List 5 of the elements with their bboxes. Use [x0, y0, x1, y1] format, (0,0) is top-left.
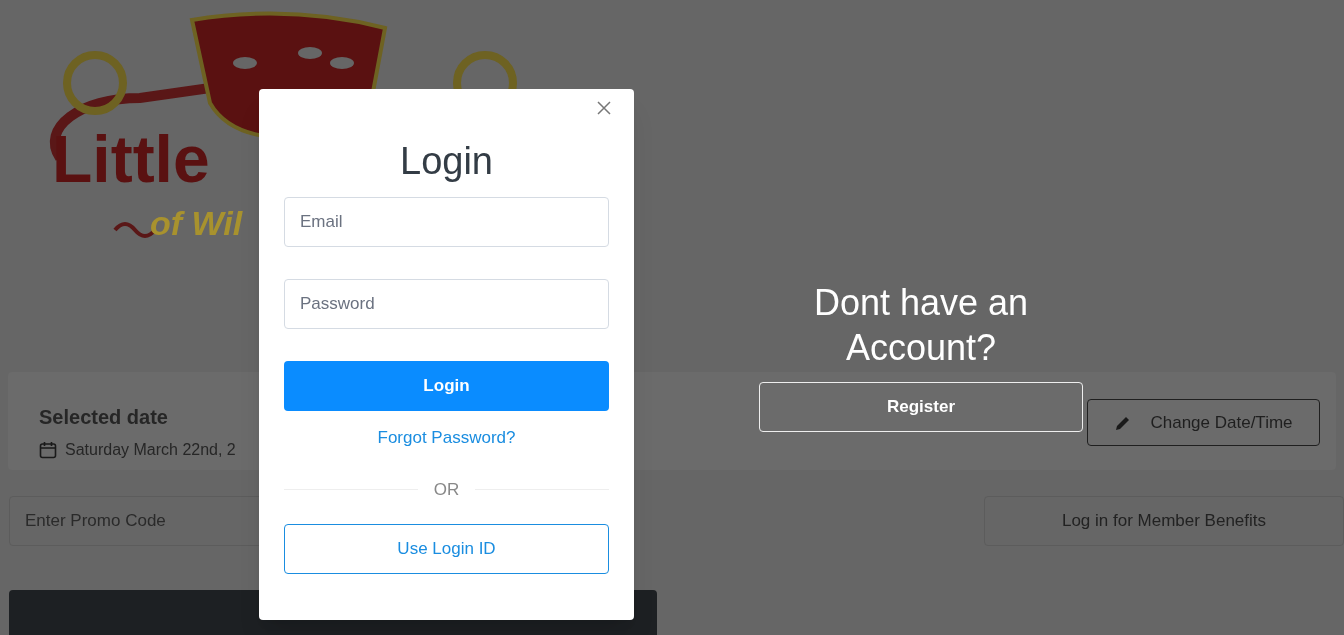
modal-title: Login [399, 139, 494, 184]
selected-date-text: Saturday March 22nd, 2 [65, 440, 236, 460]
register-heading: Dont have an Account? [812, 281, 1030, 370]
divider-label: OR [433, 478, 460, 501]
selected-date-title: Selected date [39, 405, 169, 430]
